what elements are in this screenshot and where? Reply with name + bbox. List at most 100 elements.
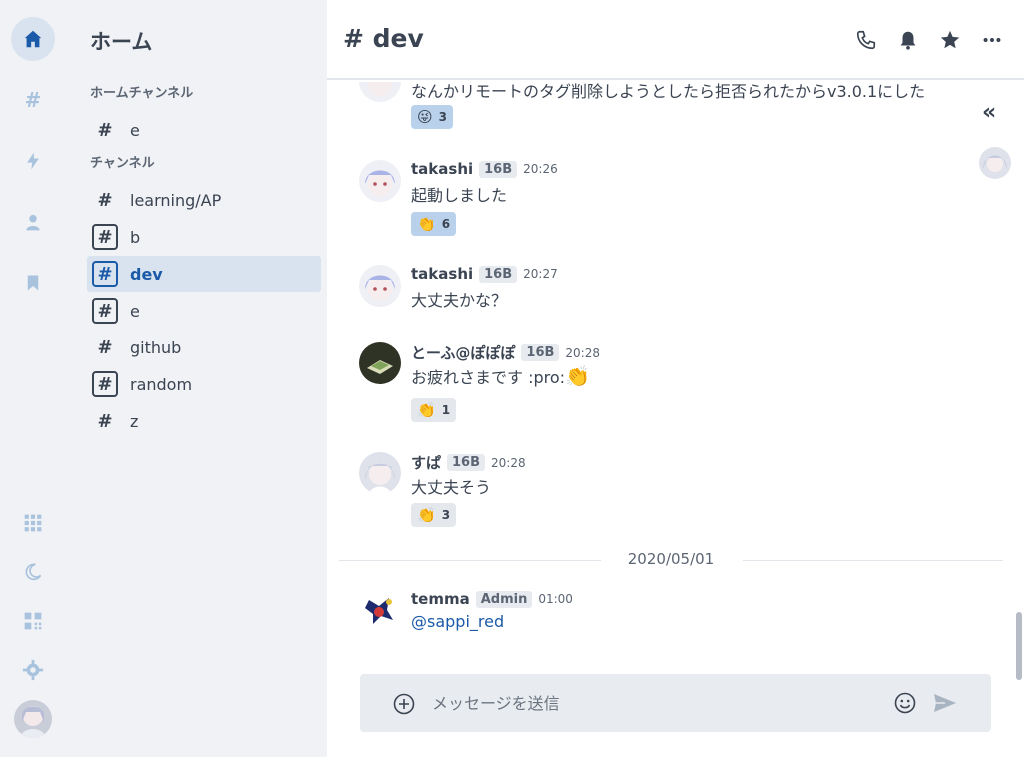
message-input[interactable] bbox=[432, 690, 872, 716]
timeline-scrollbar[interactable] bbox=[1016, 612, 1022, 680]
channel-item-b[interactable]: # b bbox=[87, 219, 321, 255]
channel-item-learning-ap[interactable]: # learning/AP bbox=[87, 182, 321, 218]
username[interactable]: takashi bbox=[411, 265, 473, 283]
username[interactable]: すぱ bbox=[411, 452, 441, 473]
winking-tongue-emoji-icon: 😜 bbox=[417, 107, 433, 126]
app-rail: # bbox=[0, 0, 65, 757]
home-channel-item-e[interactable]: # e bbox=[87, 112, 321, 148]
channel-item-e[interactable]: # e bbox=[87, 293, 321, 329]
channel-label: z bbox=[130, 411, 139, 431]
message-header: takashi 16B 20:26 bbox=[411, 160, 558, 178]
lightning-icon bbox=[27, 152, 39, 170]
send-button[interactable] bbox=[933, 692, 957, 718]
channel-item-z[interactable]: # z bbox=[87, 403, 321, 439]
stamp-button[interactable]: 👏 1 bbox=[411, 398, 457, 422]
call-button[interactable] bbox=[852, 26, 880, 54]
channel-label: dev bbox=[130, 264, 163, 284]
avatar[interactable] bbox=[359, 342, 401, 384]
username[interactable]: takashi bbox=[411, 160, 473, 178]
message-item[interactable]: すぱ 16B 20:28 大丈夫そう 👏 3 bbox=[359, 452, 999, 532]
notification-button[interactable] bbox=[894, 26, 922, 54]
message-timeline: なんかリモートのタグ削除しようとしたら拒否られたからv3.0.1にした 😜 3 … bbox=[327, 82, 1007, 672]
theme-toggle-button[interactable] bbox=[11, 550, 55, 594]
settings-button[interactable] bbox=[11, 648, 55, 692]
channel-title: # dev bbox=[343, 24, 424, 53]
date-divider: 2020/05/01 bbox=[339, 550, 1003, 570]
send-icon bbox=[934, 694, 956, 712]
stamp-button[interactable]: 😜 3 bbox=[411, 105, 453, 129]
hash-box-icon: # bbox=[92, 298, 118, 324]
stamp-button[interactable]: 👏 6 bbox=[411, 212, 457, 236]
message-item[interactable]: とーふ@ぽぽぽ 16B 20:28 お疲れさまです :pro:👏 👏 1 bbox=[359, 342, 999, 422]
message-header: takashi 16B 20:27 bbox=[411, 265, 558, 283]
open-sidebar-button[interactable]: « bbox=[982, 100, 996, 125]
hash-icon: # bbox=[97, 189, 113, 211]
message-item[interactable]: なんかリモートのタグ削除しようとしたら拒否られたからv3.0.1にした 😜 3 bbox=[359, 82, 999, 130]
hash-icon: # bbox=[97, 410, 113, 432]
username[interactable]: とーふ@ぽぽぽ bbox=[411, 342, 515, 363]
avatar[interactable] bbox=[359, 590, 401, 632]
stamp-count: 6 bbox=[441, 217, 451, 231]
hash-box-icon: # bbox=[92, 371, 118, 397]
avatar-image bbox=[979, 147, 1011, 179]
channels-heading: チャンネル bbox=[90, 156, 155, 171]
timestamp: 20:28 bbox=[491, 455, 526, 470]
hash-icon: # bbox=[97, 119, 113, 141]
services-button[interactable] bbox=[11, 501, 55, 545]
attach-button[interactable] bbox=[392, 692, 416, 720]
message-body: なんかリモートのタグ削除しようとしたら拒否られたからv3.0.1にした bbox=[411, 82, 926, 101]
divider-line bbox=[743, 560, 1003, 561]
star-icon bbox=[940, 30, 960, 49]
gear-icon bbox=[22, 659, 44, 681]
timestamp: 20:28 bbox=[565, 345, 600, 360]
bookmark-icon bbox=[27, 275, 39, 291]
channel-item-dev[interactable]: # dev bbox=[87, 256, 321, 292]
avatar[interactable] bbox=[359, 265, 401, 307]
message-item[interactable]: takashi 16B 20:27 大丈夫かな？ bbox=[359, 265, 999, 315]
message-body: お疲れさまです :pro:👏 bbox=[411, 364, 590, 388]
clapping-hands-emoji-icon: 👏 bbox=[417, 214, 436, 233]
channel-label: e bbox=[130, 301, 140, 321]
stamp-button[interactable]: 👏 3 bbox=[411, 503, 457, 527]
moon-icon bbox=[25, 563, 42, 581]
bell-icon bbox=[900, 31, 916, 50]
more-button[interactable] bbox=[978, 26, 1006, 54]
activity-nav-button[interactable] bbox=[11, 139, 55, 183]
message-item[interactable]: takashi 16B 20:26 起動しました 👏 6 bbox=[359, 160, 999, 240]
channel-label: github bbox=[130, 337, 182, 357]
more-dots-icon bbox=[983, 37, 1001, 43]
user-icon bbox=[26, 214, 40, 231]
navigation-panel: ホーム ホームチャンネル # e チャンネル # learning/AP # b… bbox=[65, 0, 327, 757]
viewer-avatar[interactable] bbox=[979, 147, 1011, 179]
hash-box-icon: # bbox=[92, 224, 118, 250]
hash-box-icon: # bbox=[92, 261, 118, 287]
channel-item-random[interactable]: # random bbox=[87, 366, 321, 402]
channel-label: b bbox=[130, 227, 141, 247]
stamp-picker-button[interactable] bbox=[893, 691, 917, 719]
clapping-hands-emoji-icon: 👏 bbox=[417, 400, 436, 419]
users-nav-button[interactable] bbox=[11, 200, 55, 244]
channel-item-github[interactable]: # github bbox=[87, 329, 321, 365]
avatar[interactable] bbox=[359, 452, 401, 494]
clapping-hands-emoji-icon: 👏 bbox=[565, 364, 590, 388]
clips-nav-button[interactable] bbox=[11, 261, 55, 305]
grade-badge: 16B bbox=[521, 344, 560, 361]
username[interactable]: temma bbox=[411, 590, 470, 608]
message-body: 大丈夫そう bbox=[411, 478, 492, 497]
timestamp: 01:00 bbox=[538, 592, 573, 606]
stamp-count: 1 bbox=[441, 403, 451, 417]
message-header: とーふ@ぽぽぽ 16B 20:28 bbox=[411, 342, 600, 363]
message-item[interactable]: temma Admin 01:00 @sappi_red bbox=[359, 590, 999, 640]
grade-badge: 16B bbox=[447, 454, 486, 471]
channels-nav-button[interactable]: # bbox=[11, 78, 55, 122]
smile-icon bbox=[894, 692, 916, 714]
avatar[interactable] bbox=[359, 160, 401, 202]
user-mention[interactable]: @sappi_red bbox=[411, 612, 504, 631]
qr-code-button[interactable] bbox=[11, 599, 55, 643]
star-button[interactable] bbox=[936, 26, 964, 54]
home-nav-button[interactable] bbox=[11, 17, 55, 61]
message-body: 大丈夫かな？ bbox=[411, 291, 508, 310]
message-header: temma Admin 01:00 bbox=[411, 590, 573, 608]
channel-label: e bbox=[130, 120, 140, 140]
my-avatar[interactable] bbox=[14, 700, 52, 738]
